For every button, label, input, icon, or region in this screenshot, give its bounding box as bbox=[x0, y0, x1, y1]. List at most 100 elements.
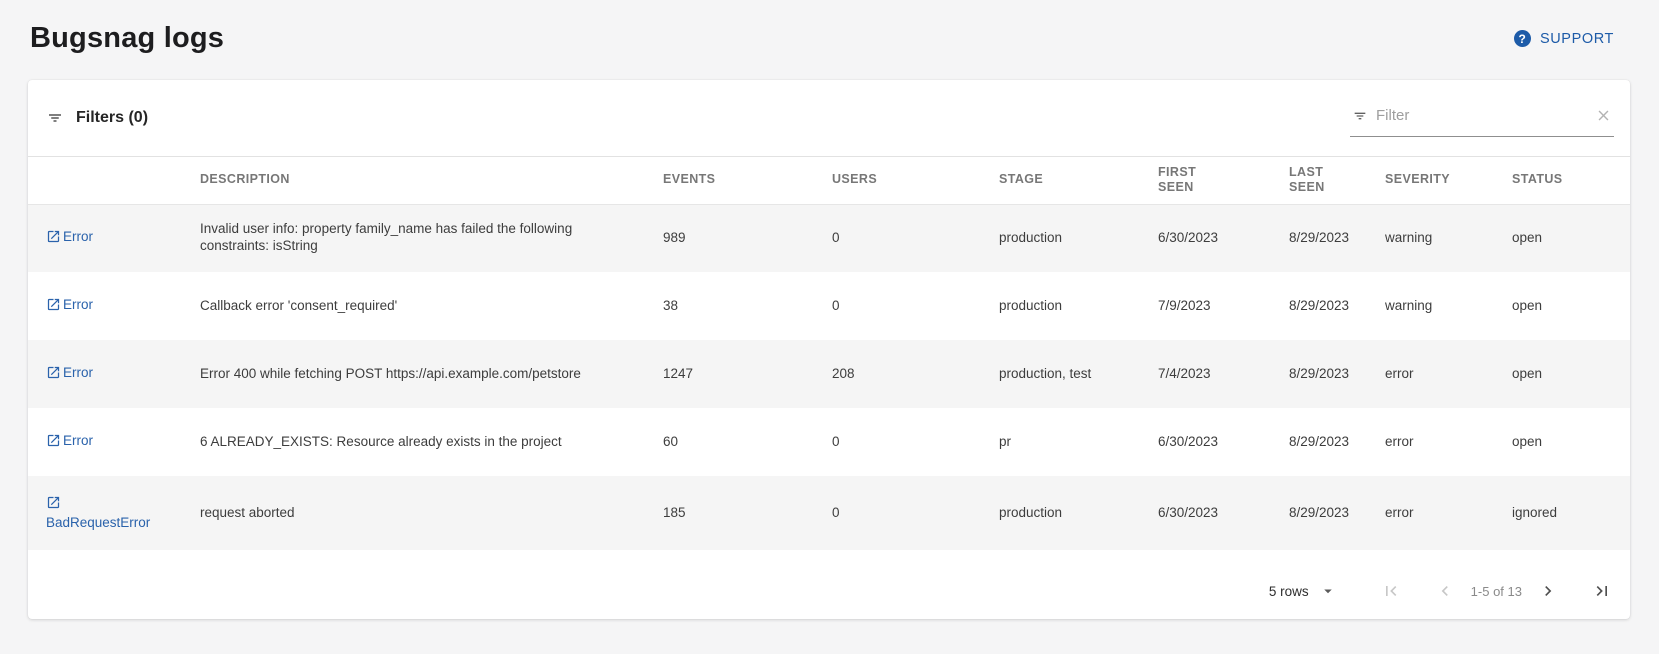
column-header-stage: STAGE bbox=[999, 157, 1158, 204]
support-label: SUPPORT bbox=[1540, 31, 1614, 47]
description-cell: Error 400 while fetching POST https://ap… bbox=[200, 340, 663, 408]
users-cell: 208 bbox=[832, 340, 999, 408]
first-seen-cell: 7/4/2023 bbox=[1158, 340, 1289, 408]
open-in-new-icon bbox=[46, 297, 61, 317]
table-footer: 5 rows 1-5 of 13 bbox=[28, 550, 1630, 618]
stage-cell: production, test bbox=[999, 340, 1158, 408]
error-link-label: Error bbox=[63, 365, 93, 380]
table-body: Error Invalid user info: property family… bbox=[28, 204, 1630, 550]
status-cell: open bbox=[1512, 204, 1630, 272]
status-cell: ignored bbox=[1512, 476, 1630, 550]
events-cell: 989 bbox=[663, 204, 832, 272]
events-cell: 38 bbox=[663, 272, 832, 340]
users-cell: 0 bbox=[832, 272, 999, 340]
error-link-cell: Error bbox=[28, 340, 200, 408]
stage-cell: production bbox=[999, 476, 1158, 550]
column-header-severity: SEVERITY bbox=[1385, 157, 1512, 204]
error-link-cell: Error bbox=[28, 272, 200, 340]
events-cell: 60 bbox=[663, 408, 832, 476]
events-cell: 1247 bbox=[663, 340, 832, 408]
clear-filter-button[interactable] bbox=[1595, 107, 1612, 124]
error-link[interactable]: Error bbox=[46, 228, 93, 249]
stage-cell: production bbox=[999, 204, 1158, 272]
last-seen-cell: 8/29/2023 bbox=[1289, 204, 1385, 272]
severity-cell: error bbox=[1385, 408, 1512, 476]
error-link[interactable]: Error bbox=[46, 432, 93, 453]
first-seen-cell: 7/9/2023 bbox=[1158, 272, 1289, 340]
page-title: Bugsnag logs bbox=[30, 22, 224, 55]
column-header-description: DESCRIPTION bbox=[200, 157, 663, 204]
users-cell: 0 bbox=[832, 408, 999, 476]
last-seen-cell: 8/29/2023 bbox=[1289, 340, 1385, 408]
column-header-events: EVENTS bbox=[663, 157, 832, 204]
table-row: Error Invalid user info: property family… bbox=[28, 204, 1630, 272]
column-header-last-seen: LAST SEEN bbox=[1289, 157, 1385, 204]
first-seen-cell: 6/30/2023 bbox=[1158, 408, 1289, 476]
table-row: BadRequestError request aborted 185 0 pr… bbox=[28, 476, 1630, 550]
page-range-label: 1-5 of 13 bbox=[1471, 584, 1522, 599]
last-page-button[interactable] bbox=[1590, 579, 1614, 603]
filter-field bbox=[1350, 99, 1614, 137]
pager: 1-5 of 13 bbox=[1363, 579, 1614, 603]
first-page-button[interactable] bbox=[1379, 579, 1403, 603]
rows-per-page-label: 5 rows bbox=[1269, 584, 1309, 599]
error-link-cell: Error bbox=[28, 408, 200, 476]
error-link[interactable]: Error bbox=[46, 364, 93, 385]
error-link-label: BadRequestError bbox=[46, 515, 150, 530]
logs-card: Filters (0) DESCRIPTION EVENTS USERS STA… bbox=[28, 80, 1630, 619]
error-link-cell: Error bbox=[28, 204, 200, 272]
previous-page-button[interactable] bbox=[1433, 579, 1457, 603]
column-header-users: USERS bbox=[832, 157, 999, 204]
events-cell: 185 bbox=[663, 476, 832, 550]
filters-row: Filters (0) bbox=[28, 80, 1630, 157]
last-seen-cell: 8/29/2023 bbox=[1289, 476, 1385, 550]
severity-cell: warning bbox=[1385, 272, 1512, 340]
error-link-label: Error bbox=[63, 433, 93, 448]
table-row: Error Error 400 while fetching POST http… bbox=[28, 340, 1630, 408]
severity-cell: error bbox=[1385, 476, 1512, 550]
table-row: Error 6 ALREADY_EXISTS: Resource already… bbox=[28, 408, 1630, 476]
support-link[interactable]: ? SUPPORT bbox=[1514, 30, 1614, 47]
description-cell: 6 ALREADY_EXISTS: Resource already exist… bbox=[200, 408, 663, 476]
error-link[interactable]: Error bbox=[46, 296, 93, 317]
filters-toggle-button[interactable]: Filters (0) bbox=[46, 109, 148, 127]
users-cell: 0 bbox=[832, 476, 999, 550]
error-link-label: Error bbox=[63, 229, 93, 244]
filter-input-icon bbox=[1352, 108, 1368, 124]
chevron-down-icon bbox=[1319, 582, 1337, 600]
error-link[interactable]: BadRequestError bbox=[46, 494, 158, 532]
last-seen-cell: 8/29/2023 bbox=[1289, 272, 1385, 340]
description-cell: Callback error 'consent_required' bbox=[200, 272, 663, 340]
stage-cell: production bbox=[999, 272, 1158, 340]
errors-table: DESCRIPTION EVENTS USERS STAGE FIRST SEE… bbox=[28, 157, 1630, 550]
filter-list-icon bbox=[46, 109, 64, 127]
description-cell: request aborted bbox=[200, 476, 663, 550]
status-cell: open bbox=[1512, 408, 1630, 476]
next-page-button[interactable] bbox=[1536, 579, 1560, 603]
rows-per-page-select[interactable]: 5 rows bbox=[1269, 582, 1337, 600]
error-link-cell: BadRequestError bbox=[28, 476, 200, 550]
first-seen-cell: 6/30/2023 bbox=[1158, 204, 1289, 272]
stage-cell: pr bbox=[999, 408, 1158, 476]
column-header-first-seen: FIRST SEEN bbox=[1158, 157, 1289, 204]
last-seen-cell: 8/29/2023 bbox=[1289, 408, 1385, 476]
table-row: Error Callback error 'consent_required' … bbox=[28, 272, 1630, 340]
description-cell: Invalid user info: property family_name … bbox=[200, 204, 663, 272]
first-seen-cell: 6/30/2023 bbox=[1158, 476, 1289, 550]
users-cell: 0 bbox=[832, 204, 999, 272]
open-in-new-icon bbox=[46, 365, 61, 385]
status-cell: open bbox=[1512, 340, 1630, 408]
status-cell: open bbox=[1512, 272, 1630, 340]
open-in-new-icon bbox=[46, 495, 61, 515]
column-header-status: STATUS bbox=[1512, 157, 1630, 204]
open-in-new-icon bbox=[46, 433, 61, 453]
filter-input[interactable] bbox=[1376, 107, 1587, 124]
severity-cell: warning bbox=[1385, 204, 1512, 272]
severity-cell: error bbox=[1385, 340, 1512, 408]
open-in-new-icon bbox=[46, 229, 61, 249]
table-header-row: DESCRIPTION EVENTS USERS STAGE FIRST SEE… bbox=[28, 157, 1630, 204]
column-header-link bbox=[28, 157, 200, 204]
filters-label: Filters (0) bbox=[76, 109, 148, 127]
topbar: Bugsnag logs ? SUPPORT bbox=[30, 22, 1614, 55]
error-link-label: Error bbox=[63, 297, 93, 312]
